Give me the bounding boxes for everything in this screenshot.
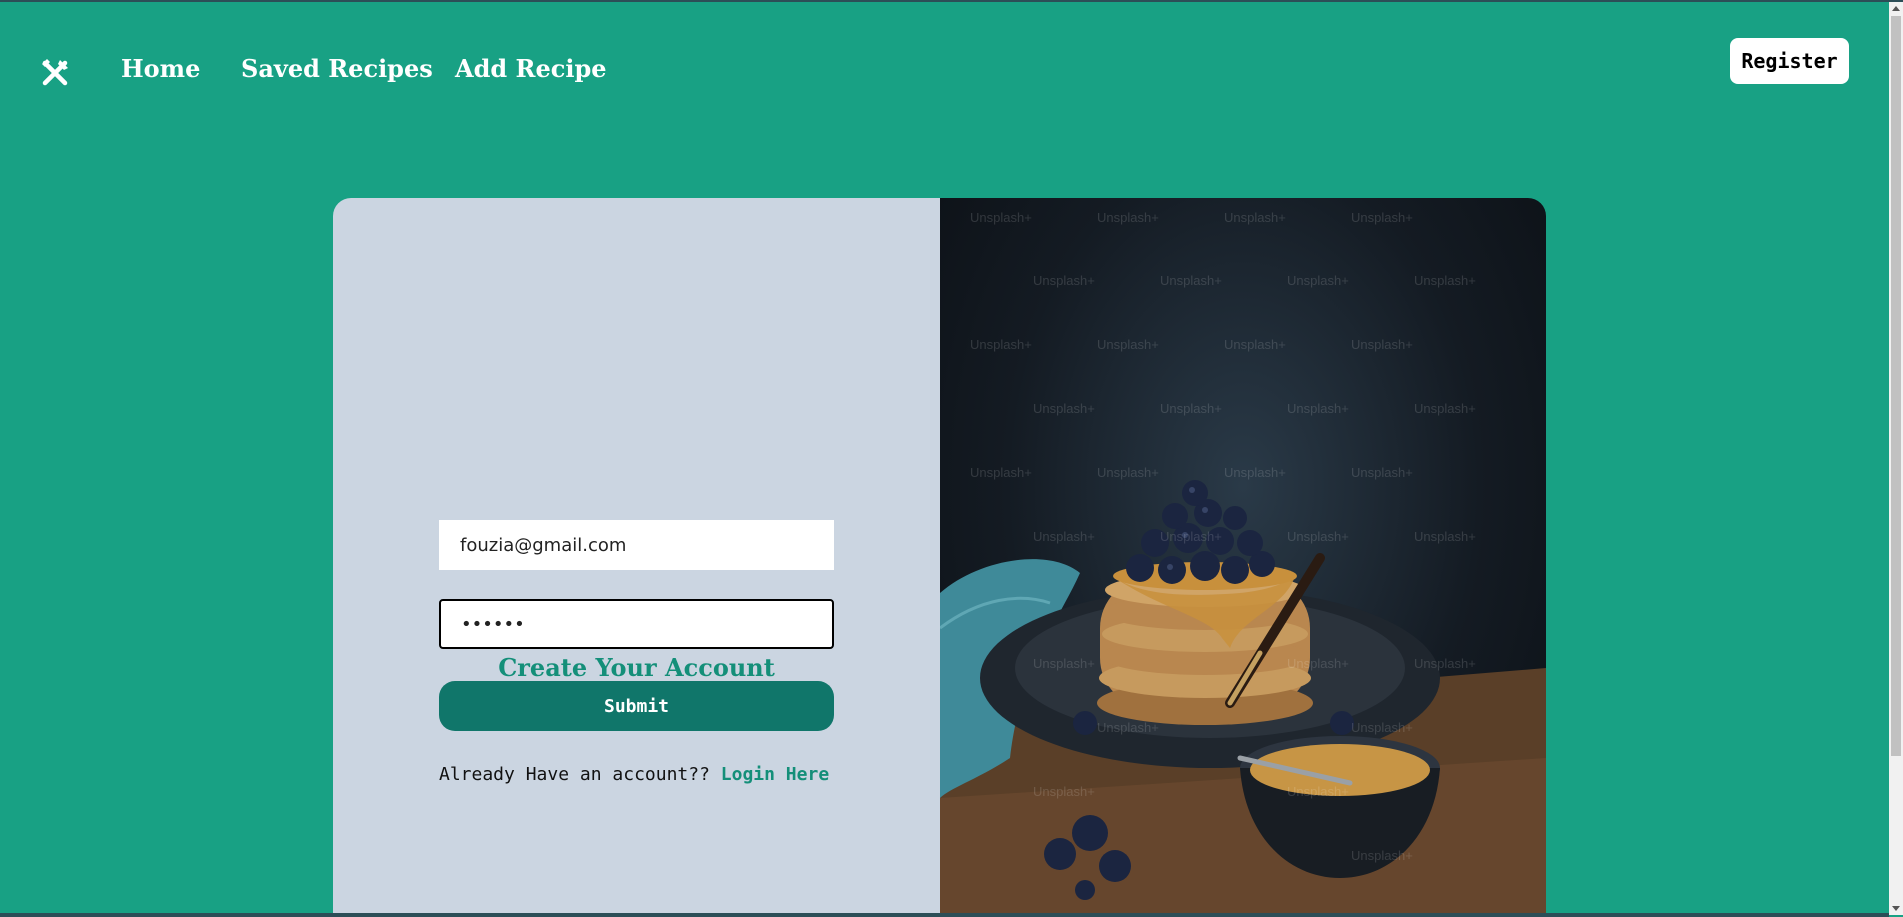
watermark-text: Unsplash+: [1287, 529, 1349, 544]
register-card: Create Your Account fouzia@gmail.com •••…: [333, 198, 1546, 917]
nav-link-add-recipe[interactable]: Add Recipe: [455, 54, 607, 83]
watermark-text: Unsplash+: [1097, 210, 1159, 225]
scroll-down-arrow-icon[interactable]: [1892, 906, 1900, 911]
watermark-text: Unsplash+: [1033, 784, 1095, 799]
pancake-photo: Unsplash+ Unsplash+ Unsplash+ Unsplash+ …: [940, 198, 1546, 917]
pancake-illustration: [940, 480, 1546, 917]
watermark-text: Unsplash+: [1414, 273, 1476, 288]
watermark-text: Unsplash+: [1287, 656, 1349, 671]
watermark-text: Unsplash+: [1351, 337, 1413, 352]
watermark-text: Unsplash+: [1287, 784, 1349, 799]
password-field[interactable]: ••••••: [439, 599, 834, 649]
watermark-text: Unsplash+: [1351, 720, 1413, 735]
watermark-text: Unsplash+: [970, 465, 1032, 480]
nav-link-saved-recipes[interactable]: Saved Recipes: [241, 54, 433, 83]
email-field[interactable]: fouzia@gmail.com: [439, 520, 834, 570]
watermark-text: Unsplash+: [1414, 656, 1476, 671]
scroll-up-arrow-icon[interactable]: [1892, 6, 1900, 11]
scroll-thumb[interactable]: [1891, 16, 1901, 756]
watermark-text: Unsplash+: [1414, 401, 1476, 416]
watermark-text: Unsplash+: [1033, 529, 1095, 544]
watermark-text: Unsplash+: [1033, 273, 1095, 288]
watermark-text: Unsplash+: [1351, 210, 1413, 225]
watermark-text: Unsplash+: [1160, 273, 1222, 288]
nav-link-home[interactable]: Home: [121, 54, 200, 83]
watermark-text: Unsplash+: [1351, 848, 1413, 863]
watermark-text: Unsplash+: [1160, 401, 1222, 416]
login-prompt: Already Have an account?? Login Here: [439, 764, 859, 785]
watermark-text: Unsplash+: [1160, 529, 1222, 544]
watermark-text: Unsplash+: [1351, 465, 1413, 480]
form-title: Create Your Account: [498, 653, 775, 682]
watermark-text: Unsplash+: [1097, 337, 1159, 352]
watermark-text: Unsplash+: [1287, 273, 1349, 288]
watermark-text: Unsplash+: [1033, 401, 1095, 416]
login-prompt-text: Already Have an account??: [439, 764, 710, 785]
form-panel: Create Your Account fouzia@gmail.com •••…: [333, 198, 940, 917]
watermark-text: Unsplash+: [1414, 529, 1476, 544]
fork-knife-icon[interactable]: [38, 56, 72, 90]
vertical-scrollbar[interactable]: [1889, 2, 1903, 915]
watermark-text: Unsplash+: [1097, 465, 1159, 480]
watermark-text: Unsplash+: [970, 210, 1032, 225]
watermark-text: Unsplash+: [970, 337, 1032, 352]
watermark-text: Unsplash+: [1287, 401, 1349, 416]
login-link[interactable]: Login Here: [721, 764, 829, 785]
register-button[interactable]: Register: [1730, 38, 1849, 84]
top-navbar: Home Saved Recipes Add Recipe Register: [0, 2, 1885, 142]
watermark-text: Unsplash+: [1224, 337, 1286, 352]
watermark-text: Unsplash+: [1033, 656, 1095, 671]
window-bottom-border: [0, 913, 1889, 917]
submit-button[interactable]: Submit: [439, 681, 834, 731]
watermark-text: Unsplash+: [1224, 210, 1286, 225]
watermark-text: Unsplash+: [1224, 465, 1286, 480]
watermark-text: Unsplash+: [1097, 720, 1159, 735]
